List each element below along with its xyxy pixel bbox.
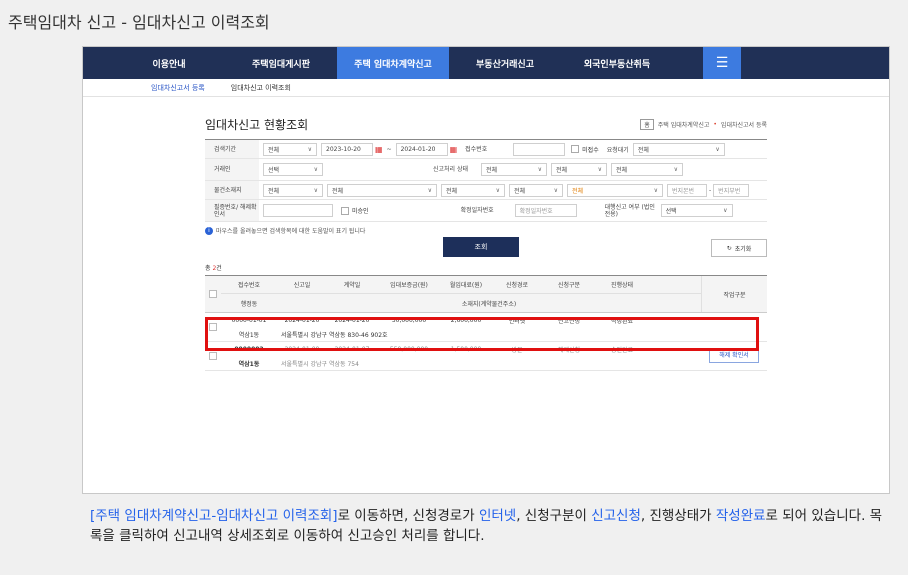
screenshot-frame: 이용안내 주택임대게시판 주택 임대차계약신고 부동산거래신고 외국인부동산취득… xyxy=(82,46,890,494)
nav-foreigner-acquisition[interactable]: 외국인부동산취득 xyxy=(561,47,673,79)
location-select-2[interactable]: 전체 ∨ xyxy=(327,183,437,197)
status-select-2[interactable]: 전체 ∨ xyxy=(551,163,607,176)
page-title: 주택임대차 신고 - 임대차신고 이력조회 xyxy=(8,13,270,32)
nav-board[interactable]: 주택임대게시판 xyxy=(225,47,337,79)
main-content: 임대차신고 현황조회 홈 주택 임대차계약신고 • 임대차신고서 등록 검색기간… xyxy=(205,113,767,371)
location-select-4[interactable]: 전체 ∨ xyxy=(509,183,563,197)
reset-button[interactable]: ↻ 초기화 xyxy=(711,239,767,257)
date-from-input[interactable]: 2023-10-20 xyxy=(321,142,373,156)
search-period-select[interactable]: 전체 ∨ xyxy=(263,142,317,156)
request-wait-select[interactable]: 전체 ∨ xyxy=(632,142,725,156)
section-heading: 임대차신고 현황조회 xyxy=(205,117,309,132)
calendar-icon[interactable]: ▦ xyxy=(375,145,383,154)
location-select-3[interactable]: 전체 ∨ xyxy=(441,183,505,197)
location-select-5[interactable]: 전체 ∨ xyxy=(567,183,663,197)
search-form: 검색기간 전체 ∨ 2023-10-20 ▦ ~ 2024-01-20 ▦ 접수번… xyxy=(205,139,767,222)
confirm-no-label: 필증번호/ 해제확인서 xyxy=(205,200,259,221)
location-label: 물건소재지 xyxy=(205,181,259,199)
refresh-icon: ↻ xyxy=(726,244,732,252)
status-select-3[interactable]: 전체 ∨ xyxy=(611,163,683,176)
result-table: 접수번호 신고일 계약일 임대보증금(원) 월임대료(원) 신청경로 신청구분 … xyxy=(205,275,767,371)
search-button[interactable]: 조회 xyxy=(443,237,519,257)
select-all-checkbox[interactable] xyxy=(209,290,217,298)
help-line: i 마우스를 올려놓으면 검색항목에 대한 도움말이 표기 됩니다 xyxy=(205,226,767,235)
location-select-1[interactable]: 전체 ∨ xyxy=(263,183,323,197)
table-header: 접수번호 신고일 계약일 임대보증금(원) 월임대료(원) 신청경로 신청구분 … xyxy=(205,276,767,313)
confirm-no-input[interactable] xyxy=(263,204,333,217)
subnav-history[interactable]: 임대차신고 이력조회 xyxy=(231,83,291,93)
chevron-down-icon: ∨ xyxy=(307,145,312,153)
fixed-date-label: 확정일자번호 xyxy=(460,207,494,214)
breadcrumb-item[interactable]: 임대차신고서 등록 xyxy=(721,120,767,129)
subnav-register[interactable]: 임대차신고서 등록 xyxy=(151,83,205,93)
agent-label: 대행신고 여부 (법인전용) xyxy=(604,203,655,218)
trader-label: 거래인 xyxy=(205,159,259,180)
instruction-caption: [주택 임대차계약신고-임대차신고 이력조회]로 이동하면, 신청경로가 인터넷… xyxy=(90,508,883,544)
bunji-sub-input[interactable]: 번지부번 xyxy=(713,183,750,197)
fixed-date-input[interactable]: 확정일자번호 xyxy=(514,204,577,217)
agent-select[interactable]: 선택 ∨ xyxy=(660,204,733,217)
total-count: 총 2건 xyxy=(205,265,222,272)
calendar-icon[interactable]: ▦ xyxy=(450,145,458,154)
home-icon[interactable]: 홈 xyxy=(640,118,654,130)
status-label: 신고처리 상태 xyxy=(433,166,469,173)
row-checkbox[interactable] xyxy=(209,352,217,360)
unreceived-checkbox[interactable] xyxy=(571,145,580,153)
trader-select[interactable]: 선택 ∨ xyxy=(263,163,323,176)
bunji-main-input[interactable]: 번지본번 xyxy=(667,183,707,197)
breadcrumb-item[interactable]: 주택 임대차계약신고 xyxy=(658,120,710,129)
status-select-1[interactable]: 전체 ∨ xyxy=(481,163,547,176)
receipt-no-input[interactable] xyxy=(513,142,566,156)
nav-guide[interactable]: 이용안내 xyxy=(113,47,225,79)
unapproved-checkbox[interactable] xyxy=(341,206,349,215)
date-to-input[interactable]: 2024-01-20 xyxy=(395,142,448,156)
search-period-label: 검색기간 xyxy=(205,140,259,158)
highlight-box xyxy=(205,317,759,351)
global-nav: 이용안내 주택임대게시판 주택 임대차계약신고 부동산거래신고 외국인부동산취득… xyxy=(83,47,889,79)
breadcrumb: 홈 주택 임대차계약신고 • 임대차신고서 등록 xyxy=(640,118,767,130)
info-icon: i xyxy=(205,226,213,235)
breadcrumb-dot-icon: • xyxy=(713,120,717,128)
nav-lease-report[interactable]: 주택 임대차계약신고 xyxy=(337,47,449,79)
release-certificate-button[interactable]: 해제 확인서 xyxy=(709,349,759,363)
hamburger-menu-icon[interactable]: ☰ xyxy=(703,47,741,79)
sub-nav: 임대차신고서 등록 임대차신고 이력조회 xyxy=(83,79,889,97)
nav-real-estate-report[interactable]: 부동산거래신고 xyxy=(449,47,561,79)
receipt-no-label: 접수번호 xyxy=(465,145,488,153)
